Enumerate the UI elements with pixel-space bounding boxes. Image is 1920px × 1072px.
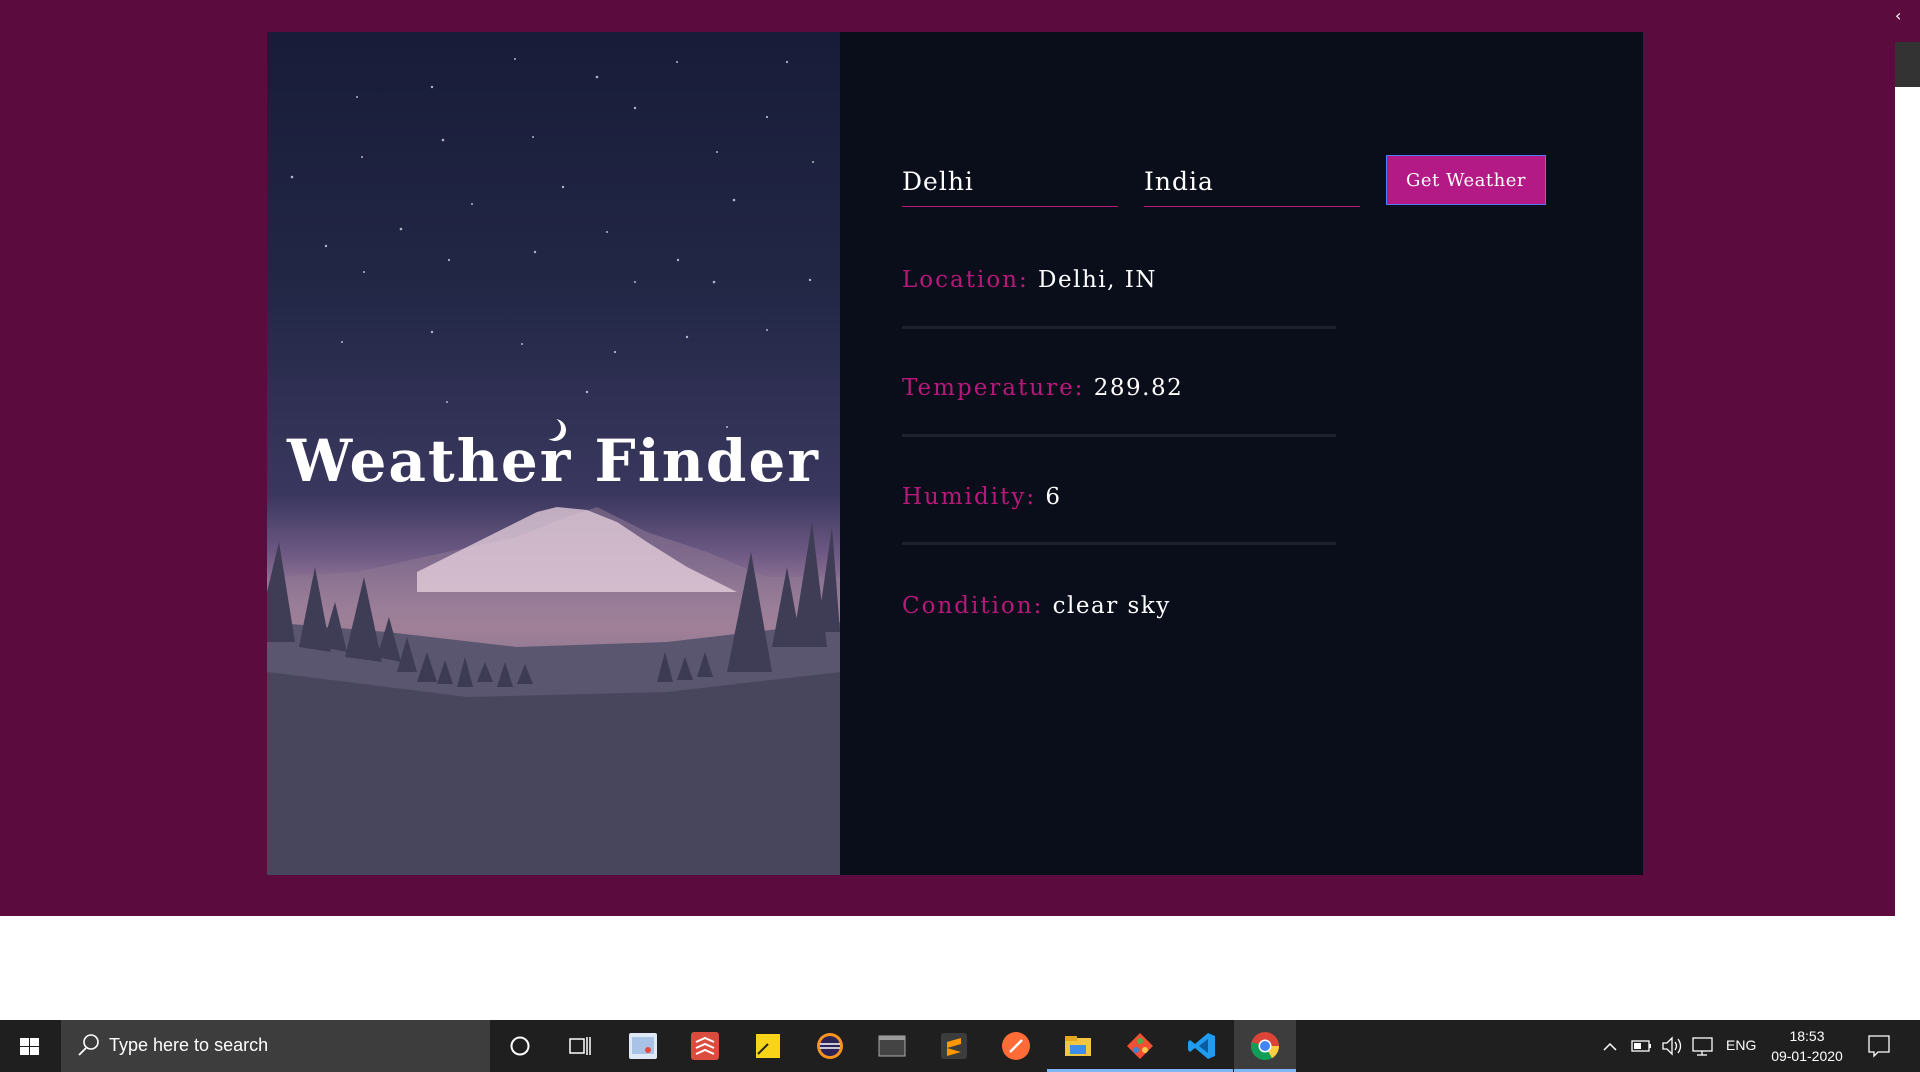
task-view-icon[interactable] — [564, 1030, 596, 1062]
todoist-icon[interactable] — [689, 1030, 721, 1062]
vscode-icon — [1188, 1033, 1215, 1059]
start-button[interactable] — [0, 1020, 58, 1072]
condition-label: Condition: — [902, 593, 1044, 619]
app-title: Weather Finder — [287, 427, 820, 495]
stars — [290, 58, 814, 428]
chrome-task[interactable] — [1234, 1020, 1296, 1072]
clock-date: 09-01-2020 — [1771, 1048, 1843, 1064]
hero-panel: Weather Finder — [267, 32, 840, 875]
file-explorer-task[interactable] — [1047, 1020, 1109, 1072]
volume-icon[interactable] — [1660, 1020, 1684, 1072]
page-footer-space — [5, 916, 1895, 1020]
notification-icon[interactable] — [1864, 1020, 1894, 1072]
clock[interactable]: 18:53 09-01-2020 — [1762, 1026, 1852, 1066]
divider — [902, 326, 1336, 329]
temperature-label: Temperature: — [902, 375, 1085, 401]
eclipse-icon[interactable] — [814, 1030, 846, 1062]
weather-form-panel: Get Weather Location: Delhi, IN Temperat… — [840, 32, 1643, 875]
git-icon — [1127, 1033, 1153, 1059]
search-icon — [78, 1034, 99, 1056]
battery-icon[interactable] — [1630, 1020, 1654, 1072]
windows-logo-icon — [20, 1038, 39, 1055]
condition-row: Condition: clear sky — [902, 593, 1171, 619]
postman-icon[interactable] — [1000, 1030, 1032, 1062]
location-row: Location: Delhi, IN — [902, 267, 1157, 293]
divider — [902, 542, 1336, 545]
network-icon[interactable] — [1690, 1020, 1716, 1072]
temperature-row: Temperature: 289.82 — [902, 375, 1183, 401]
weather-card: Weather Finder Get Weather Location: Del… — [267, 32, 1643, 875]
taskbar-search-box[interactable]: Type here to search — [61, 1020, 490, 1072]
close-icon[interactable]: ‹ — [1895, 6, 1909, 25]
chrome-icon — [1251, 1032, 1279, 1060]
search-placeholder: Type here to search — [109, 1035, 269, 1055]
condition-value: clear sky — [1052, 593, 1171, 619]
get-weather-button[interactable]: Get Weather — [1386, 155, 1546, 205]
chevron-up-icon[interactable] — [1600, 1020, 1620, 1072]
humidity-value: 6 — [1045, 484, 1062, 510]
divider — [902, 434, 1336, 437]
vscode-task[interactable] — [1171, 1020, 1233, 1072]
city-input[interactable] — [902, 157, 1118, 207]
location-value: Delhi, IN — [1038, 267, 1157, 293]
humidity-row: Humidity: 6 — [902, 484, 1062, 510]
clock-time: 18:53 — [1789, 1028, 1825, 1044]
sublime-text-icon[interactable] — [938, 1030, 970, 1062]
windows-taskbar: Type here to search ENG 18:53 09-01-2020 — [0, 1020, 1920, 1072]
location-label: Location: — [902, 267, 1029, 293]
sticky-notes-icon[interactable] — [752, 1030, 784, 1062]
file-explorer-icon — [1065, 1036, 1091, 1056]
terminal-icon[interactable] — [876, 1030, 908, 1062]
git-task[interactable] — [1109, 1020, 1171, 1072]
country-input[interactable] — [1144, 157, 1360, 207]
browser-side-strip: ‹ — [1895, 0, 1920, 1020]
cortana-icon[interactable] — [504, 1030, 536, 1062]
humidity-label: Humidity: — [902, 484, 1037, 510]
scrollbar[interactable] — [1895, 42, 1920, 87]
temperature-value: 289.82 — [1093, 375, 1184, 401]
paint-icon[interactable] — [627, 1030, 659, 1062]
language-indicator[interactable]: ENG — [1726, 1037, 1756, 1053]
